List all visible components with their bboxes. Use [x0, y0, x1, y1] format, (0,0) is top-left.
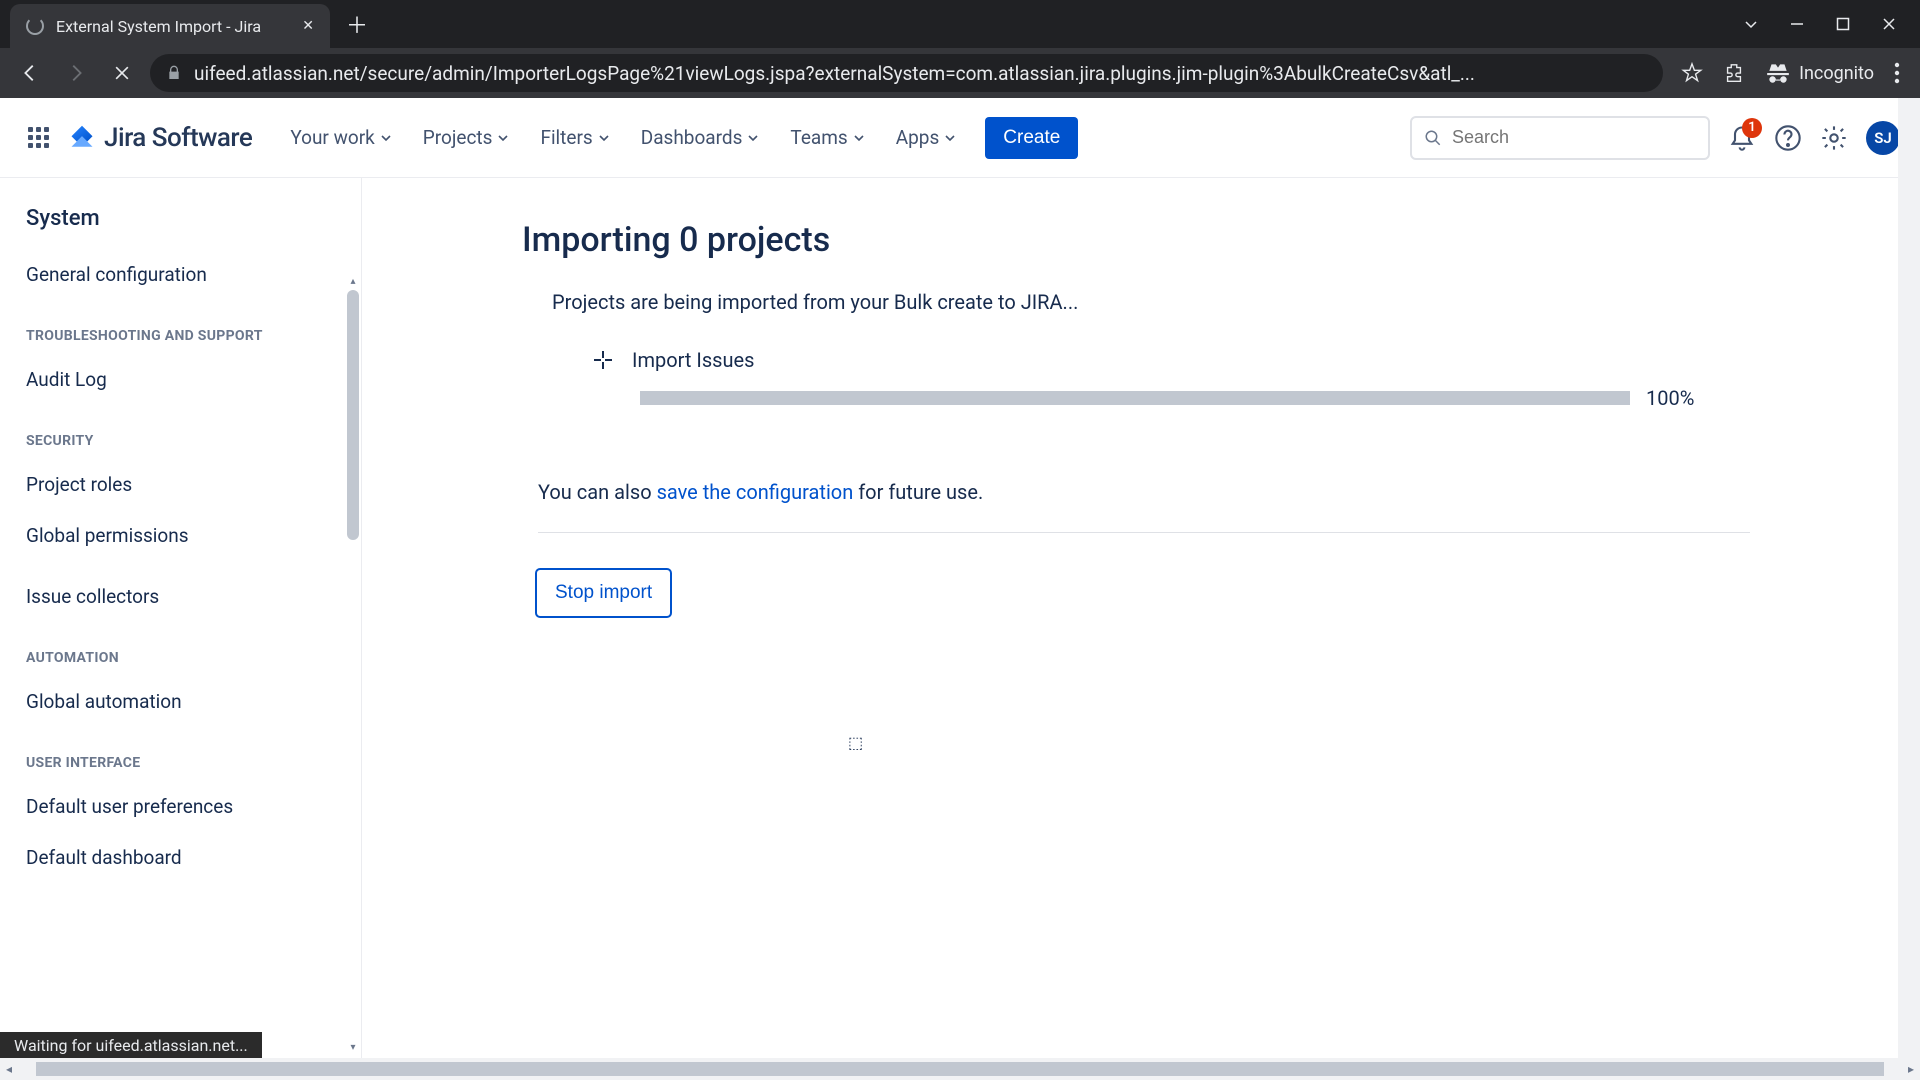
search-input[interactable] [1452, 127, 1696, 148]
page-title: Importing 0 projects [522, 220, 1750, 260]
address-row: uifeed.atlassian.net/secure/admin/Import… [0, 48, 1920, 98]
h-scroll-thumb[interactable] [36, 1062, 1884, 1076]
url-text: uifeed.atlassian.net/secure/admin/Import… [194, 62, 1647, 85]
maximize-icon[interactable] [1836, 17, 1850, 31]
nav-label: Dashboards [641, 126, 743, 149]
address-actions: Incognito [1673, 60, 1908, 86]
scroll-right-icon[interactable]: ▸ [1902, 1062, 1920, 1076]
chevron-down-icon [498, 133, 508, 143]
notifications-button[interactable]: 1 [1728, 124, 1756, 152]
nav-label: Filters [540, 126, 592, 149]
config-text-pre: You can also [538, 480, 657, 504]
nav-projects[interactable]: Projects [409, 118, 523, 157]
forward-button[interactable] [58, 55, 94, 91]
product-name: Jira Software [104, 123, 252, 153]
avatar[interactable]: SJ [1866, 121, 1900, 155]
sidebar-scrollbar[interactable] [347, 290, 359, 540]
tab-loading-icon [26, 17, 44, 35]
browser-tab[interactable]: External System Import - Jira ✕ [10, 4, 330, 48]
lock-icon [166, 65, 182, 81]
config-text-post: for future use. [853, 480, 983, 504]
sidebar-scroll-down-icon[interactable]: ▾ [347, 1040, 359, 1054]
kebab-menu-icon[interactable] [1894, 62, 1900, 84]
chevron-down-icon [945, 133, 955, 143]
nav-dashboards[interactable]: Dashboards [627, 118, 773, 157]
bookmark-icon[interactable] [1681, 62, 1703, 84]
extensions-icon[interactable] [1723, 62, 1745, 84]
chevron-down-icon [748, 133, 758, 143]
sidebar-item-issue-collectors[interactable]: Issue collectors [0, 571, 361, 622]
divider [538, 532, 1750, 533]
nav-label: Apps [896, 126, 940, 149]
sidebar-section-troubleshooting: Troubleshooting and support [0, 300, 361, 354]
import-step-row: Import Issues [594, 348, 1750, 372]
tab-title: External System Import - Jira [56, 17, 261, 36]
import-step-label: Import Issues [632, 348, 754, 372]
nav-filters[interactable]: Filters [526, 118, 622, 157]
incognito-badge[interactable]: Incognito [1765, 60, 1874, 86]
sidebar-section-automation: Automation [0, 622, 361, 676]
scroll-left-icon[interactable]: ◂ [0, 1062, 18, 1076]
sidebar-item-global-automation[interactable]: Global automation [0, 676, 361, 727]
nav-right: 1 SJ [1410, 116, 1900, 160]
sidebar-item-default-user-preferences[interactable]: Default user preferences [0, 781, 361, 832]
help-button[interactable] [1774, 124, 1802, 152]
minimize-icon[interactable] [1790, 17, 1804, 31]
stop-import-button[interactable]: Stop import [536, 569, 671, 617]
browser-chrome: External System Import - Jira ✕ ＋ uifeed… [0, 0, 1920, 98]
notification-count: 1 [1742, 118, 1762, 138]
nav-apps[interactable]: Apps [882, 118, 970, 157]
sidebar-item-audit-log[interactable]: Audit Log [0, 354, 361, 405]
chevron-down-icon [599, 133, 609, 143]
new-tab-button[interactable]: ＋ [346, 8, 368, 40]
admin-sidebar: System General configuration Troubleshoo… [0, 178, 362, 1058]
sidebar-heading: System [0, 206, 361, 249]
settings-button[interactable] [1820, 124, 1848, 152]
nav-label: Projects [423, 126, 493, 149]
sidebar-item-global-permissions[interactable]: Global permissions [0, 510, 361, 561]
page-scrollbar-track[interactable] [1898, 98, 1920, 1058]
app-switcher-icon[interactable] [20, 120, 56, 156]
sidebar-item-general-configuration[interactable]: General configuration [0, 249, 361, 300]
close-tab-icon[interactable]: ✕ [302, 18, 314, 34]
jira-logo[interactable]: Jira Software [68, 123, 252, 153]
address-bar[interactable]: uifeed.atlassian.net/secure/admin/Import… [150, 54, 1663, 92]
browser-status-bar: Waiting for uifeed.atlassian.net... [0, 1032, 262, 1058]
primary-nav: Your work Projects Filters Dashboards Te… [276, 117, 1078, 159]
tab-search-icon[interactable] [1744, 17, 1758, 31]
horizontal-scrollbar[interactable]: ◂ ▸ [0, 1058, 1920, 1080]
nav-label: Teams [790, 126, 847, 149]
app-body: System General configuration Troubleshoo… [0, 178, 1920, 1058]
mouse-cursor-icon: ⬚ [848, 733, 863, 752]
nav-teams[interactable]: Teams [776, 118, 877, 157]
sidebar-scroll-up-icon[interactable]: ▴ [347, 274, 359, 288]
sidebar-item-default-dashboard[interactable]: Default dashboard [0, 832, 361, 883]
main-content: Importing 0 projects Projects are being … [362, 178, 1920, 1058]
chevron-down-icon [381, 133, 391, 143]
sidebar-section-security: Security [0, 405, 361, 459]
chevron-down-icon [854, 133, 864, 143]
progress-row: 100% [640, 386, 1750, 410]
back-button[interactable] [12, 55, 48, 91]
stop-reload-button[interactable] [104, 55, 140, 91]
sidebar-item-project-roles[interactable]: Project roles [0, 459, 361, 510]
jira-app: Jira Software Your work Projects Filters… [0, 98, 1920, 1058]
spinner-icon [594, 351, 612, 369]
sidebar-section-user-interface: User interface [0, 727, 361, 781]
import-subtitle: Projects are being imported from your Bu… [552, 290, 1750, 314]
window-close-icon[interactable] [1882, 17, 1896, 31]
create-button[interactable]: Create [985, 117, 1078, 159]
tab-strip: External System Import - Jira ✕ ＋ [0, 0, 1920, 48]
save-config-line: You can also save the configuration for … [538, 480, 1750, 504]
nav-your-work[interactable]: Your work [276, 118, 404, 157]
search-box[interactable] [1410, 116, 1710, 160]
search-icon [1424, 128, 1442, 148]
progress-percent: 100% [1646, 386, 1694, 410]
incognito-label: Incognito [1799, 63, 1874, 84]
window-controls [1744, 17, 1920, 31]
save-configuration-link[interactable]: save the configuration [657, 480, 854, 504]
top-nav: Jira Software Your work Projects Filters… [0, 98, 1920, 178]
nav-label: Your work [290, 126, 374, 149]
progress-bar [640, 391, 1630, 405]
